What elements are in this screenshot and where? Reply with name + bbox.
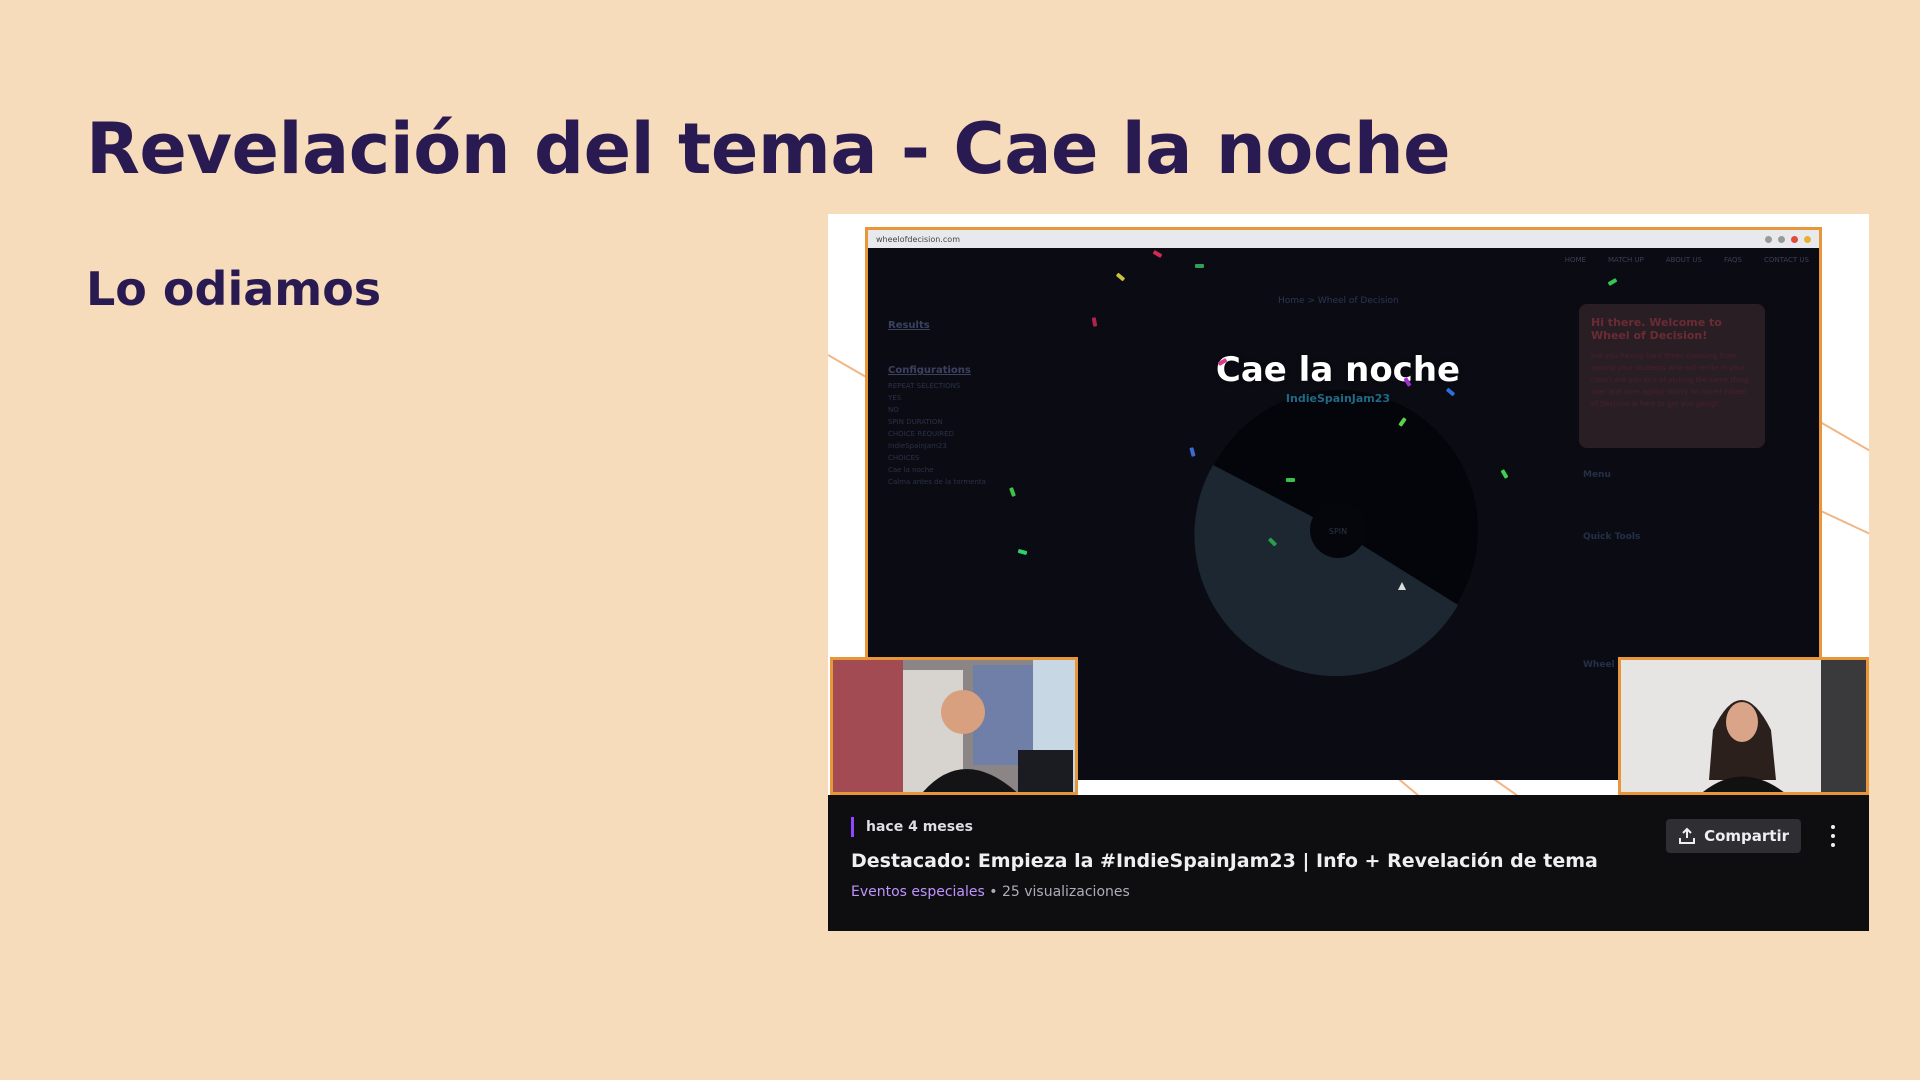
- quick-tools-heading: Quick Tools: [1583, 532, 1641, 542]
- choice-1: Cae la noche: [888, 466, 934, 474]
- video-card[interactable]: wheelofdecision.com HOME MATCH UP ABOUT …: [828, 214, 1869, 931]
- config-heading: Configurations: [888, 365, 971, 376]
- mouse-cursor-icon: [1398, 582, 1406, 590]
- browser-address-bar: wheelofdecision.com: [868, 230, 1819, 248]
- webcam-feed-right: [1621, 660, 1866, 792]
- slide-title: Revelación del tema - Cae la noche: [86, 108, 1451, 190]
- wheel-name: IndieSpainJam23: [888, 442, 947, 450]
- welcome-panel: Hi there. Welcome to Wheel of Decision! …: [1579, 304, 1765, 448]
- confetti: [1017, 548, 1028, 556]
- wheel-result-subtitle: IndieSpainJam23: [1285, 392, 1391, 405]
- choice-2: Calma antes de la tormenta: [888, 478, 986, 486]
- meta-separator: •: [984, 884, 1002, 900]
- site-nav: HOME MATCH UP ABOUT US FAQS CONTACT US: [1565, 256, 1809, 264]
- video-player[interactable]: wheelofdecision.com HOME MATCH UP ABOUT …: [828, 214, 1869, 795]
- nav-about: ABOUT US: [1665, 256, 1702, 264]
- decision-wheel: SPIN Cae la noche IndieSpainJam23: [1158, 330, 1518, 690]
- repeat-label: REPEAT SELECTIONS: [888, 382, 961, 390]
- slide-subtitle: Lo odiamos: [86, 262, 382, 316]
- confetti: [1286, 478, 1295, 482]
- choices-label: CHOICES: [888, 454, 920, 462]
- accent-bar: [851, 817, 854, 837]
- video-age-label: hace 4 meses: [866, 819, 973, 835]
- site-breadcrumb: Home > Wheel of Decision: [1278, 296, 1399, 306]
- share-button-label: Compartir: [1704, 827, 1789, 845]
- nav-match-up: MATCH UP: [1607, 256, 1644, 264]
- repeat-no: NO: [888, 406, 899, 414]
- confetti: [1195, 264, 1204, 268]
- confetti: [1091, 317, 1098, 327]
- webcam-feed-left: [833, 660, 1075, 792]
- share-button[interactable]: Compartir: [1666, 819, 1801, 853]
- webcam-host-right: [1618, 657, 1869, 795]
- nav-home: HOME: [1564, 256, 1586, 264]
- spin-duration-label: SPIN DURATION: [888, 418, 943, 426]
- video-title[interactable]: Destacado: Empieza la #IndieSpainJam23 |…: [851, 850, 1846, 872]
- more-options-icon[interactable]: [1827, 825, 1839, 847]
- browser-url: wheelofdecision.com: [876, 234, 960, 244]
- wheel-result-title: Cae la noche: [1215, 350, 1461, 390]
- nav-contact: CONTACT US: [1764, 256, 1809, 264]
- confetti: [1152, 250, 1163, 258]
- spin-label: SPIN: [1329, 527, 1347, 536]
- repeat-yes: YES: [888, 394, 902, 402]
- video-category-link[interactable]: Eventos especiales: [851, 884, 985, 900]
- confetti: [1607, 278, 1618, 286]
- video-views: 25 visualizaciones: [1001, 884, 1130, 900]
- video-info-bar: hace 4 meses Destacado: Empieza la #Indi…: [828, 795, 1869, 931]
- welcome-text: Are you having hard times choosing from …: [1591, 352, 1749, 408]
- confetti: [1115, 272, 1126, 282]
- video-meta: Eventos especiales • 25 visualizaciones: [851, 884, 1846, 900]
- menu-heading: Menu: [1583, 470, 1611, 480]
- wheel-config-panel: Results Configurations REPEAT SELECTIONS…: [888, 320, 1108, 490]
- welcome-title: Hi there. Welcome to Wheel of Decision!: [1591, 316, 1722, 342]
- webcam-host-left: [830, 657, 1078, 795]
- wheel-name-label: CHOICE REQUIRED: [888, 430, 954, 438]
- share-icon: [1679, 827, 1696, 844]
- results-heading: Results: [888, 320, 930, 331]
- nav-faqs: FAQS: [1723, 256, 1742, 264]
- wheel-heading: Wheel: [1583, 660, 1615, 670]
